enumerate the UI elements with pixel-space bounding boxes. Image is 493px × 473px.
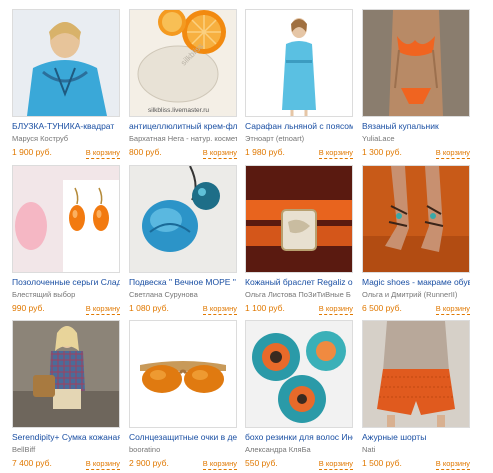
product-card: Magic shoes - макраме обув Ольга и Дмитр… bbox=[362, 165, 470, 315]
product-price: 1 980 руб. bbox=[245, 147, 285, 157]
product-seller[interactable]: Этноарт (etnoart) bbox=[245, 133, 353, 144]
product-image[interactable] bbox=[129, 320, 237, 428]
product-image[interactable]: silkbliss silkbliss.livemaster.ru bbox=[129, 9, 237, 117]
add-to-cart-link[interactable]: В корзину bbox=[318, 304, 353, 315]
product-seller[interactable]: Маруся Коструб bbox=[12, 133, 120, 144]
product-seller[interactable]: Блестящий выбор bbox=[12, 289, 120, 300]
add-to-cart-link[interactable]: В корзину bbox=[85, 304, 120, 315]
product-image[interactable] bbox=[12, 165, 120, 273]
product-title[interactable]: Magic shoes - макраме обув bbox=[362, 276, 470, 288]
add-to-cart-link[interactable]: В корзину bbox=[318, 148, 353, 159]
product-title[interactable]: Serendipity+ Сумка кожаная bbox=[12, 431, 120, 443]
product-title[interactable]: Вязаный купальник bbox=[362, 120, 470, 132]
add-to-cart-link[interactable]: В корзину bbox=[318, 459, 353, 470]
product-card: Подвеска " Вечное МОРЕ " Светлана Суруно… bbox=[129, 165, 237, 315]
add-to-cart-link[interactable]: В корзину bbox=[202, 148, 237, 159]
product-seller[interactable]: Ольга Листова ПоЗиТиВные Б bbox=[245, 289, 353, 300]
product-image[interactable] bbox=[362, 165, 470, 273]
watermark-url: silkbliss.livemaster.ru bbox=[148, 107, 209, 114]
product-seller[interactable]: Ольга и Дмитрий (RunnerII) bbox=[362, 289, 470, 300]
product-card: Сарафан льняной с поясом Этноарт (etnoar… bbox=[245, 9, 353, 159]
add-to-cart-link[interactable]: В корзину bbox=[202, 304, 237, 315]
product-price: 7 400 руб. bbox=[12, 458, 52, 468]
product-card: silkbliss silkbliss.livemaster.ru антице… bbox=[129, 9, 237, 159]
product-card: Позолоченные серьги Слад Блестящий выбор… bbox=[12, 165, 120, 315]
product-price: 1 100 руб. bbox=[245, 303, 285, 313]
product-seller[interactable]: booratino bbox=[129, 444, 237, 455]
product-card: БЛУЗКА-ТУНИКА-квадрат Маруся Коструб 1 9… bbox=[12, 9, 120, 159]
add-to-cart-link[interactable]: В корзину bbox=[435, 459, 470, 470]
product-price: 990 руб. bbox=[12, 303, 45, 313]
product-price: 1 080 руб. bbox=[129, 303, 169, 313]
product-seller[interactable]: BellBiff bbox=[12, 444, 120, 455]
product-card: Солнцезащитные очки в дер booratino 2 90… bbox=[129, 320, 237, 470]
product-title[interactable]: Позолоченные серьги Слад bbox=[12, 276, 120, 288]
product-title[interactable]: Сарафан льняной с поясом bbox=[245, 120, 353, 132]
add-to-cart-link[interactable]: В корзину bbox=[85, 459, 120, 470]
product-title[interactable]: Кожаный браслет Regaliz ор bbox=[245, 276, 353, 288]
product-price: 6 500 руб. bbox=[362, 303, 402, 313]
product-image[interactable] bbox=[12, 320, 120, 428]
product-title[interactable]: антицеллюлитный крем-фл bbox=[129, 120, 237, 132]
product-image[interactable] bbox=[362, 9, 470, 117]
product-image[interactable] bbox=[245, 320, 353, 428]
product-price: 800 руб. bbox=[129, 147, 162, 157]
product-card: Вязаный купальник YuliaLace 1 300 руб. В… bbox=[362, 9, 470, 159]
add-to-cart-link[interactable]: В корзину bbox=[85, 148, 120, 159]
product-seller[interactable]: Nati bbox=[362, 444, 470, 455]
product-price: 1 900 руб. bbox=[12, 147, 52, 157]
product-title[interactable]: БЛУЗКА-ТУНИКА-квадрат bbox=[12, 120, 120, 132]
product-card: Ажурные шорты Nati 1 500 руб. В корзину bbox=[362, 320, 470, 470]
product-image[interactable] bbox=[129, 165, 237, 273]
product-title[interactable]: Солнцезащитные очки в дер bbox=[129, 431, 237, 443]
product-title[interactable]: Ажурные шорты bbox=[362, 431, 470, 443]
product-grid: БЛУЗКА-ТУНИКА-квадрат Маруся Коструб 1 9… bbox=[0, 0, 493, 473]
product-image[interactable] bbox=[245, 165, 353, 273]
product-card: Кожаный браслет Regaliz ор Ольга Листова… bbox=[245, 165, 353, 315]
product-seller[interactable]: Светлана Сурунова bbox=[129, 289, 237, 300]
product-card: бохо резинки для волос Иног Александра К… bbox=[245, 320, 353, 470]
product-seller[interactable]: Бархатная Нега - натур. космет bbox=[129, 133, 237, 144]
product-card: Serendipity+ Сумка кожаная BellBiff 7 40… bbox=[12, 320, 120, 470]
product-title[interactable]: Подвеска " Вечное МОРЕ " bbox=[129, 276, 237, 288]
add-to-cart-link[interactable]: В корзину bbox=[435, 304, 470, 315]
add-to-cart-link[interactable]: В корзину bbox=[435, 148, 470, 159]
product-seller[interactable]: YuliaLace bbox=[362, 133, 470, 144]
product-image[interactable] bbox=[245, 9, 353, 117]
product-seller[interactable]: Александра КляБа bbox=[245, 444, 353, 455]
add-to-cart-link[interactable]: В корзину bbox=[202, 459, 237, 470]
product-price: 1 500 руб. bbox=[362, 458, 402, 468]
product-price: 2 900 руб. bbox=[129, 458, 169, 468]
product-image[interactable] bbox=[12, 9, 120, 117]
product-title[interactable]: бохо резинки для волос Иног bbox=[245, 431, 353, 443]
product-price: 550 руб. bbox=[245, 458, 278, 468]
product-price: 1 300 руб. bbox=[362, 147, 402, 157]
product-image[interactable] bbox=[362, 320, 470, 428]
